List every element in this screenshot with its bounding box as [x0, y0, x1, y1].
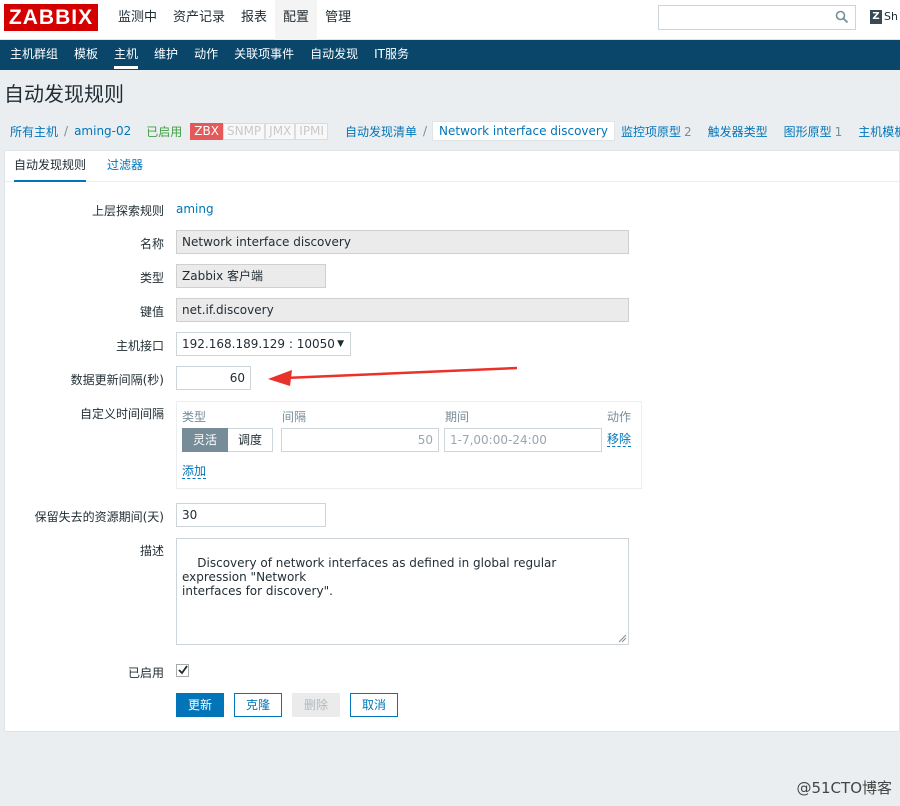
item-prototypes-count: 2 [683, 124, 692, 139]
top-menu-administration[interactable]: 管理 [317, 0, 359, 40]
host-interface-value: 192.168.189.129 : 10050 [182, 337, 335, 351]
description-text: Discovery of network interfaces as defin… [182, 556, 557, 598]
parent-rule-label: 上层探索规则 [91, 204, 164, 218]
mode-scheduling-button[interactable]: 调度 [228, 428, 274, 452]
breadcrumb-separator: / [64, 124, 69, 138]
breadcrumb-discovery-list[interactable]: 自动发现清单 [342, 123, 420, 140]
availability-zbx-badge: ZBX [190, 122, 223, 140]
key-label: 键值 [139, 305, 164, 319]
top-menu-configuration[interactable]: 配置 [275, 0, 318, 40]
breadcrumb-separator: / [422, 124, 428, 138]
clone-button[interactable]: 克隆 [234, 693, 282, 717]
sub-nav-it-services[interactable]: IT服务 [366, 40, 417, 70]
availability-tags: ZBX SNMP JMX IPMI [190, 122, 328, 140]
update-button[interactable]: 更新 [176, 693, 224, 717]
sub-nav-maintenance[interactable]: 维护 [146, 40, 186, 70]
custom-intervals-table: 类型 间隔 期间 动作 灵活 调度 50 1-7,00:00-24:00 移除 … [176, 401, 642, 489]
search-icon[interactable] [835, 10, 849, 24]
sub-nav-hosts[interactable]: 主机 [106, 40, 146, 70]
breadcrumb-host[interactable]: aming-02 [71, 124, 134, 138]
keep-lost-input[interactable] [176, 503, 326, 527]
sub-nav-actions[interactable]: 动作 [186, 40, 226, 70]
sub-nav-templates[interactable]: 模板 [66, 40, 106, 70]
dropdown-arrow-icon: ▼ [337, 339, 344, 349]
tab-discovery-rule[interactable]: 自动发现规则 [14, 151, 87, 182]
name-field[interactable]: Network interface discovery [176, 230, 629, 254]
host-interface-select[interactable]: 192.168.189.129 : 10050 ▼ [176, 332, 351, 356]
host-prototypes-link[interactable]: 主机模板 [858, 125, 900, 139]
checkmark-icon [178, 665, 188, 675]
resize-grip-icon[interactable] [618, 634, 627, 643]
enabled-checkbox[interactable] [176, 664, 189, 677]
top-menu-monitoring[interactable]: 监测中 [110, 0, 165, 40]
update-interval-input[interactable] [176, 366, 251, 390]
form-tabs: 自动发现规则 过滤器 [5, 151, 899, 182]
sub-nav-discovery[interactable]: 自动发现 [302, 40, 366, 70]
host-status-enabled[interactable]: 已启用 [134, 123, 190, 140]
custom-period-input[interactable]: 1-7,00:00-24:00 [444, 428, 602, 452]
update-interval-label: 数据更新间隔(秒) [70, 373, 164, 387]
availability-jmx-badge: JMX [265, 122, 296, 140]
top-header: ZABBIX 监测中 资产记录 报表 配置 管理 Z Sh [0, 0, 900, 40]
graph-prototypes-link[interactable]: 图形原型 [784, 125, 832, 139]
share-icon: Z [870, 10, 882, 24]
delete-button[interactable]: 删除 [292, 693, 340, 717]
graph-prototypes-count: 1 [834, 124, 843, 139]
custom-interval-input[interactable]: 50 [281, 428, 439, 452]
col-interval-header: 间隔 [282, 410, 307, 424]
keep-lost-label: 保留失去的资源期间(天) [34, 510, 164, 524]
discovery-rule-form: 自动发现规则 过滤器 上层探索规则 aming 名称 Network inter… [4, 150, 900, 732]
trigger-prototypes-link[interactable]: 触发器类型 [708, 125, 768, 139]
description-textarea[interactable]: Discovery of network interfaces as defin… [176, 538, 629, 645]
add-interval-button[interactable]: 添加 [182, 464, 207, 479]
search-input[interactable] [659, 6, 829, 29]
interval-type-toggle: 灵活 调度 [182, 428, 274, 452]
zabbix-logo[interactable]: ZABBIX [4, 4, 98, 31]
breadcrumb-graph-prototypes[interactable]: 图形原型 1 [784, 123, 843, 140]
type-field[interactable]: Zabbix 客户端 [176, 264, 326, 288]
enabled-label: 已启用 [127, 666, 164, 680]
remove-interval-button[interactable]: 移除 [607, 432, 632, 447]
top-menu-inventory[interactable]: 资产记录 [165, 0, 233, 40]
parent-rule-link[interactable]: aming [176, 202, 214, 216]
breadcrumb-host-prototypes[interactable]: 主机模板 [858, 123, 900, 140]
name-label: 名称 [139, 237, 164, 251]
top-menu-reports[interactable]: 报表 [233, 0, 275, 40]
sub-nav-event-correlation[interactable]: 关联项事件 [226, 40, 302, 70]
col-action-header: 动作 [607, 410, 632, 424]
availability-ipmi-badge: IPMI [295, 122, 328, 140]
custom-intervals-label: 自定义时间间隔 [79, 407, 164, 421]
col-type-header: 类型 [182, 410, 207, 424]
sub-nav: 主机群组 模板 主机 维护 动作 关联项事件 自动发现 IT服务 [0, 40, 900, 70]
description-label: 描述 [139, 544, 164, 558]
page-title: 自动发现规则 [4, 82, 124, 106]
search-box [658, 5, 856, 30]
top-menu: 监测中 资产记录 报表 配置 管理 [110, 0, 359, 40]
key-field[interactable]: net.if.discovery [176, 298, 629, 322]
col-period-header: 期间 [445, 410, 470, 424]
breadcrumb-current-rule[interactable]: Network interface discovery [432, 121, 615, 141]
availability-snmp-badge: SNMP [222, 122, 266, 140]
sub-nav-host-groups[interactable]: 主机群组 [2, 40, 66, 70]
breadcrumb-item-prototypes[interactable]: 监控项原型 2 [621, 123, 692, 140]
breadcrumb-trigger-prototypes[interactable]: 触发器类型 [708, 123, 768, 140]
breadcrumb: 所有主机 / aming-02 已启用 ZBX SNMP JMX IPMI 自动… [0, 119, 900, 143]
share-link[interactable]: Z Sh [870, 8, 898, 26]
tab-filters[interactable]: 过滤器 [107, 151, 143, 182]
share-label: Sh [884, 10, 898, 23]
type-label: 类型 [139, 271, 164, 285]
item-prototypes-link[interactable]: 监控项原型 [621, 125, 681, 139]
cancel-button[interactable]: 取消 [350, 693, 398, 717]
watermark: @51CTO博客 [796, 779, 892, 797]
host-interface-label: 主机接口 [115, 339, 164, 353]
breadcrumb-all-hosts[interactable]: 所有主机 [7, 123, 61, 140]
mode-flexible-button[interactable]: 灵活 [182, 428, 229, 452]
